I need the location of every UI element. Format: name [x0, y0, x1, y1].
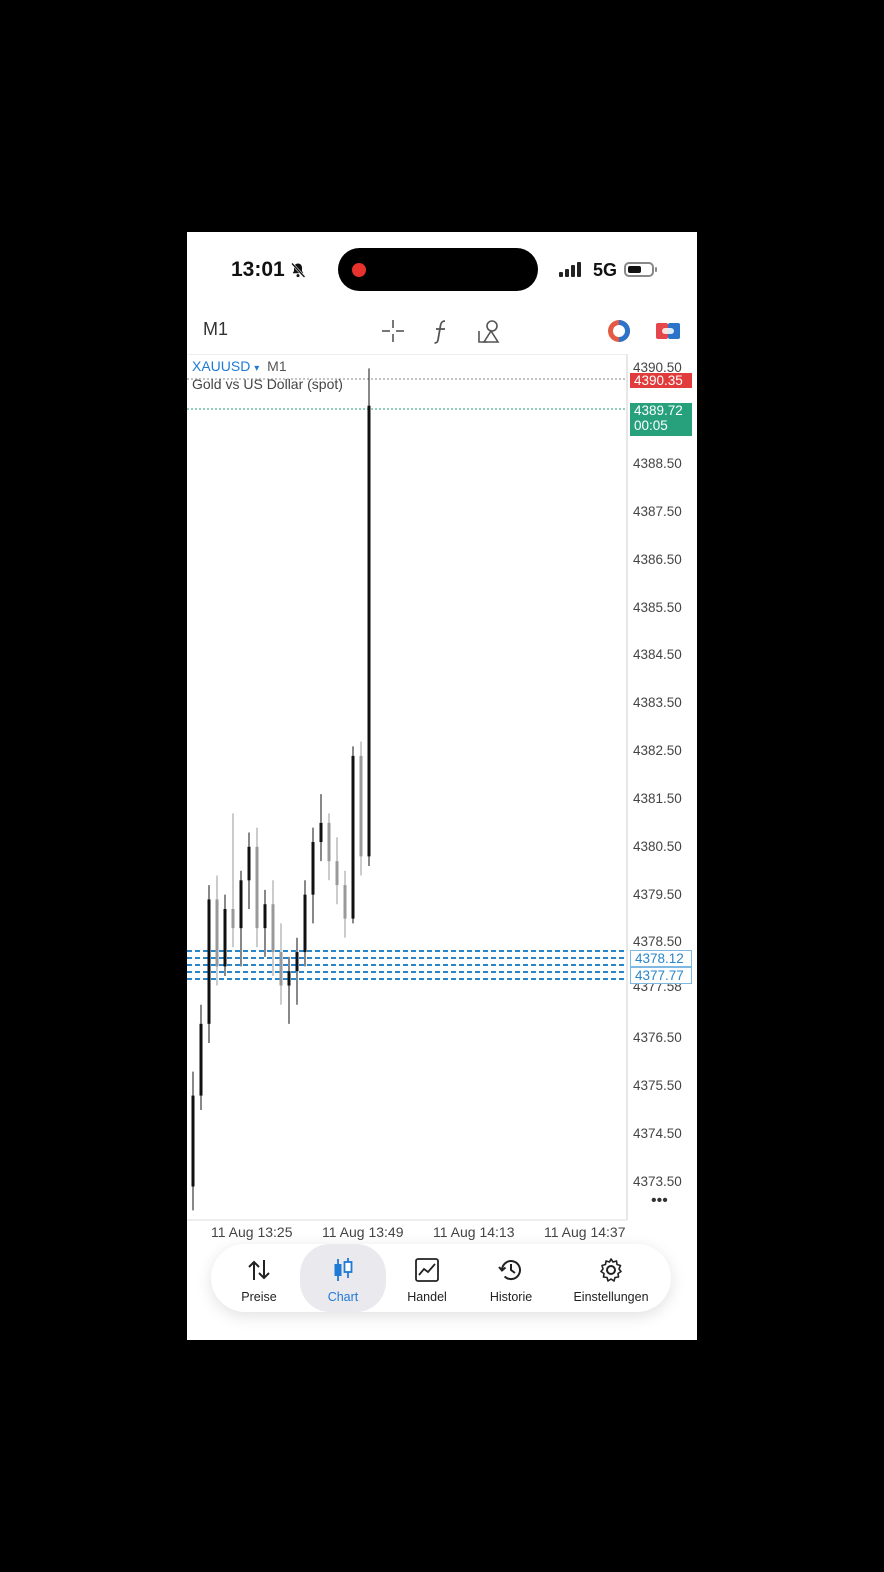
candle-body: [303, 894, 307, 953]
status-bar: 13:01 5G: [187, 232, 697, 308]
bid-price: 4389.72: [634, 403, 683, 418]
candle-body: [311, 842, 315, 895]
x-tick-label: 11 Aug 13:49: [322, 1224, 404, 1240]
candle-body: [239, 880, 243, 929]
y-tick-label: 4373.50: [633, 1173, 682, 1189]
candle-body: [343, 885, 347, 919]
gear-icon: [600, 1258, 622, 1282]
tab-einstellungen[interactable]: Einstellungen: [561, 1244, 661, 1312]
symbol-name: XAUUSD: [192, 358, 251, 374]
y-tick-label: 4381.50: [633, 790, 682, 806]
dynamic-island: [338, 248, 538, 291]
candle-body: [327, 822, 331, 862]
y-tick-label: 4378.50: [633, 934, 682, 950]
candle-body: [351, 755, 355, 919]
bid-price-tag: 4389.72 00:05: [630, 403, 692, 436]
network-type: 5G: [593, 260, 618, 280]
price-chart[interactable]: XAUUSD ▾ M1 Gold vs US Dollar (spot) 439…: [187, 354, 697, 1254]
depth-of-market-icon[interactable]: [653, 316, 683, 346]
candle-body: [295, 952, 299, 972]
candle-body: [287, 971, 291, 986]
tab-label: Handel: [407, 1290, 447, 1304]
x-tick-label: 11 Aug 13:25: [211, 1224, 293, 1240]
candle-body: [199, 1023, 203, 1096]
x-tick-label: 11 Aug 14:37: [544, 1224, 626, 1240]
candlestick-icon: [334, 1258, 353, 1281]
symbol-selector[interactable]: XAUUSD ▾ M1: [192, 358, 287, 374]
candle: [207, 885, 211, 1043]
candle-body: [207, 899, 211, 1024]
tab-label: Historie: [489, 1290, 533, 1304]
candle: [351, 746, 355, 924]
y-tick-label: 4386.50: [633, 551, 682, 567]
candle-body: [335, 861, 339, 886]
y-tick-label: 4387.50: [633, 503, 682, 519]
tab-historie[interactable]: Historie: [471, 1244, 551, 1312]
y-tick-label: 4374.50: [633, 1125, 682, 1141]
symbol-description: Gold vs US Dollar (spot): [192, 376, 343, 392]
timeframe-button[interactable]: M1: [203, 319, 228, 340]
tab-label: Preise: [241, 1290, 277, 1304]
tab-preise[interactable]: Preise: [219, 1244, 299, 1312]
trade-chart-icon: [415, 1258, 439, 1282]
y-tick-label: 4380.50: [633, 838, 682, 854]
bar-countdown: 00:05: [634, 418, 668, 433]
candle-body: [279, 952, 283, 986]
tab-chart[interactable]: Chart: [300, 1244, 386, 1312]
y-tick-label: 4383.50: [633, 695, 682, 711]
candle: [359, 741, 363, 876]
candle-body: [231, 909, 235, 929]
crosshair-icon[interactable]: [378, 316, 408, 346]
indicators-icon[interactable]: [426, 316, 456, 346]
order-price-tag-2: 4377.77: [630, 967, 692, 984]
status-time: 13:01: [231, 258, 285, 281]
y-tick-label: 4375.50: [633, 1078, 682, 1094]
tab-label: Chart: [327, 1290, 359, 1304]
more-options-button[interactable]: •••: [651, 1192, 668, 1210]
ask-price-tag: 4390.35: [630, 373, 692, 388]
plot-background: [187, 354, 627, 1220]
candle-body: [319, 822, 323, 843]
bell-muted-icon: [291, 262, 306, 278]
bottom-tab-bar: Preise Chart Handel Historie Einstellung…: [211, 1244, 671, 1312]
tab-handel[interactable]: Handel: [387, 1244, 467, 1312]
y-tick-label: 4376.50: [633, 1030, 682, 1046]
symbol-timeframe: M1: [267, 358, 287, 374]
y-tick-label: 4388.50: [633, 456, 682, 472]
objects-icon[interactable]: [474, 316, 504, 346]
candle-body: [271, 904, 275, 953]
battery-icon: [624, 262, 657, 277]
y-tick-label: 4379.50: [633, 886, 682, 902]
candle-body: [255, 846, 259, 929]
candle-body: [223, 909, 227, 967]
candle-body: [215, 899, 219, 967]
candle-body: [367, 405, 371, 857]
candle-body: [247, 846, 251, 881]
chart-canvas[interactable]: [187, 354, 697, 1254]
candle-body: [191, 1095, 195, 1187]
candle-body: [359, 755, 363, 857]
chart-toolbar: M1: [187, 308, 697, 354]
candle: [367, 368, 371, 866]
y-tick-label: 4384.50: [633, 647, 682, 663]
x-tick-label: 11 Aug 14:13: [433, 1224, 515, 1240]
y-tick-label: 4382.50: [633, 743, 682, 759]
arrows-updown-icon: [248, 1260, 270, 1280]
symbol-dropdown-icon: ▾: [254, 363, 260, 374]
recording-indicator-icon: [352, 263, 366, 277]
one-click-trading-icon[interactable]: [604, 316, 634, 346]
candle-body: [263, 904, 267, 929]
tab-label: Einstellungen: [573, 1290, 649, 1304]
order-price-tag-1: 4378.12: [630, 950, 692, 967]
phone-screen: 13:01 5G M1 XAUUSD ▾ M1 Gold vs US Dolla…: [187, 232, 697, 1340]
y-tick-label: 4385.50: [633, 599, 682, 615]
history-icon: [498, 1260, 521, 1281]
